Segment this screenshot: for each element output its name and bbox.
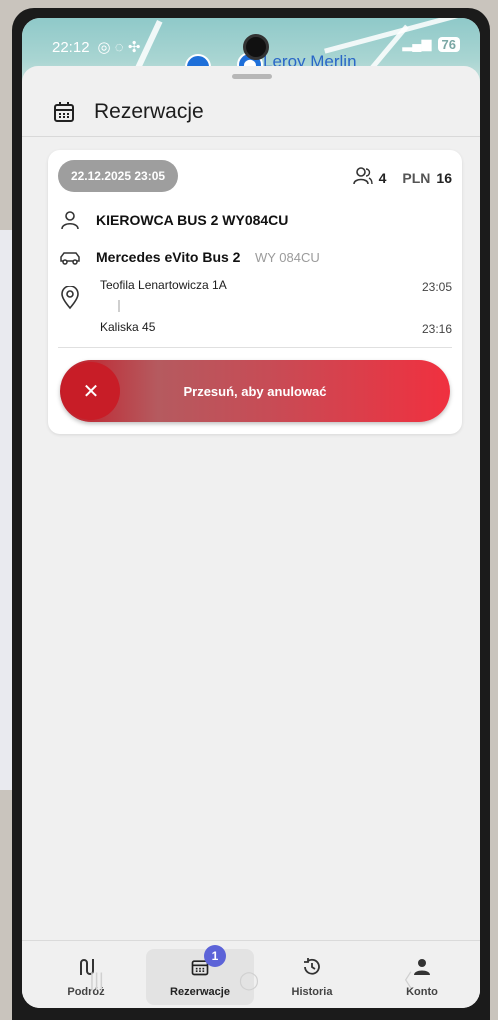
vehicle-name: Mercedes eVito Bus 2	[96, 249, 241, 265]
close-icon: ✕	[82, 380, 100, 403]
system-navigation: ||| ◯ 〈	[22, 960, 480, 1000]
header-divider	[22, 136, 480, 137]
drag-handle[interactable]	[232, 74, 272, 79]
phone-screen: ⬤ Leroy Merlin 22:12 ◎ ◌ ✣ ▂▄▆ 76 Rezerw	[22, 18, 480, 1008]
calendar-icon	[52, 100, 76, 124]
home-button[interactable]: ◯	[239, 970, 259, 991]
signal-icon: ▂▄▆	[402, 36, 432, 51]
recents-button[interactable]: |||	[90, 970, 104, 991]
page-title: Rezerwacje	[94, 100, 204, 123]
pickup-time: 23:05	[421, 280, 452, 294]
pickup-address: Teofila Lenartowicza 1A	[100, 278, 227, 292]
card-divider	[58, 347, 452, 348]
reservation-summary: 4 PLN 16	[352, 167, 452, 188]
location-pin-icon	[60, 285, 80, 315]
status-time: 22:12	[52, 38, 90, 56]
front-camera	[243, 34, 269, 60]
dropoff-time: 23:16	[421, 322, 452, 336]
dropoff-address: Kaliska 45	[100, 320, 156, 334]
passengers-icon	[352, 167, 373, 188]
passenger-count: 4	[378, 169, 387, 186]
reservation-card[interactable]: 22.12.2025 23:05 4 PLN 16 KIEROWCA BUS 2…	[48, 150, 462, 434]
page-header: Rezerwacje	[52, 92, 204, 132]
car-icon	[58, 246, 82, 270]
cancel-slider[interactable]: Przesuń, aby anulować ✕	[60, 360, 450, 422]
battery-icon: 76	[437, 36, 460, 52]
person-icon	[58, 208, 82, 232]
driver-row: KIEROWCA BUS 2 WY084CU	[58, 208, 288, 232]
price-currency: PLN	[402, 169, 431, 186]
status-right: ▂▄▆ 76	[402, 36, 460, 52]
route-connector	[118, 300, 120, 312]
reservations-sheet: Rezerwacje 22.12.2025 23:05 4 PLN 16 KIE…	[22, 66, 480, 1008]
status-bar: 22:12 ◎ ◌ ✣	[52, 36, 140, 58]
driver-name: KIEROWCA BUS 2 WY084CU	[96, 212, 289, 228]
back-button[interactable]: 〈	[394, 967, 412, 993]
vehicle-plate: WY 084CU	[254, 250, 320, 265]
notification-icons: ◎ ◌ ✣	[97, 39, 141, 56]
cancel-slider-knob[interactable]: ✕	[62, 362, 120, 420]
reservation-datetime-badge: 22.12.2025 23:05	[58, 160, 178, 192]
vehicle-row: Mercedes eVito Bus 2 WY 084CU	[58, 246, 320, 270]
background-strip	[0, 230, 12, 790]
price-value: 16	[436, 169, 452, 186]
